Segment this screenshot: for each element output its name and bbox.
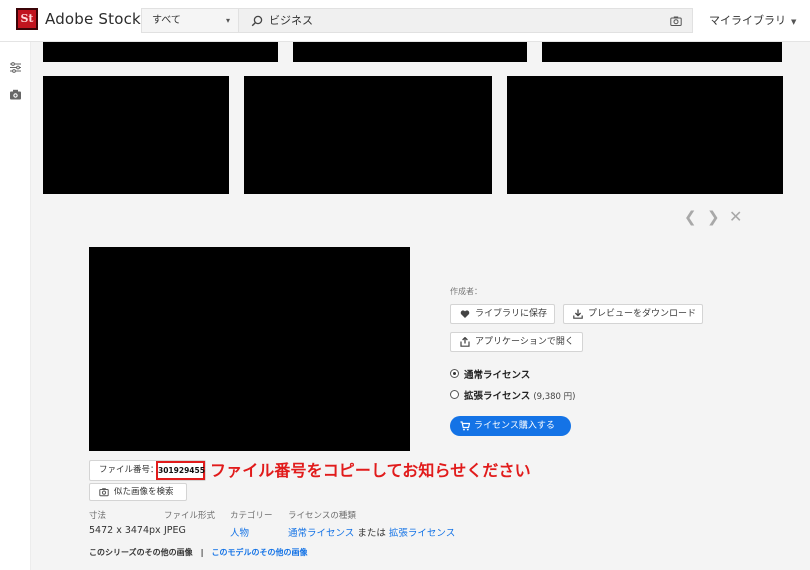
buy-license-label: ライセンス購入する bbox=[474, 421, 555, 431]
search-result-thumbnail[interactable] bbox=[43, 76, 229, 194]
category-value-wrap: 人物 bbox=[230, 525, 273, 539]
chevron-down-icon: ▼ bbox=[791, 18, 797, 26]
save-to-library-button[interactable]: ライブラリに保存 bbox=[450, 304, 555, 324]
search-result-thumbnail[interactable] bbox=[507, 76, 783, 194]
file-number-value[interactable]: 301929455 bbox=[156, 461, 205, 480]
adobe-stock-logo[interactable]: St bbox=[16, 8, 38, 30]
preview-image bbox=[89, 247, 410, 451]
search-query: ビジネス bbox=[269, 14, 313, 27]
license-type-label: ライセンスの種類 bbox=[288, 511, 356, 521]
chevron-right-icon[interactable]: ❯ bbox=[707, 208, 720, 226]
search-result-thumbnail[interactable] bbox=[542, 42, 782, 62]
open-in-app-label: アプリケーションで開く bbox=[475, 337, 574, 347]
size-label: 寸法 bbox=[89, 511, 107, 521]
annotation-text: ファイル番号をコピーしてお知らせください bbox=[210, 461, 531, 480]
radio-selected[interactable] bbox=[450, 369, 459, 378]
meta-format: ファイル形式 JPEG bbox=[164, 509, 215, 536]
standard-license-radio[interactable]: 通常ライセンス bbox=[450, 367, 530, 381]
link-separator: | bbox=[200, 548, 204, 557]
extended-license-link[interactable]: 拡張ライセンス bbox=[389, 528, 455, 539]
license-type-value: 通常ライセンス または 拡張ライセンス bbox=[288, 525, 455, 539]
extended-license-radio[interactable]: 拡張ライセンス (9,380 円) bbox=[450, 388, 575, 402]
download-preview-label: プレビューをダウンロード bbox=[588, 309, 697, 319]
standard-license-link[interactable]: 通常ライセンス bbox=[288, 528, 354, 539]
format-label: ファイル形式 bbox=[164, 511, 216, 521]
download-preview-button[interactable]: プレビューをダウンロード bbox=[563, 304, 703, 324]
meta-size: 寸法 5472 x 3474px bbox=[89, 509, 161, 536]
my-library-menu[interactable]: マイライブラリ ▼ bbox=[709, 12, 796, 28]
search-result-thumbnail[interactable] bbox=[43, 42, 278, 62]
license-or-text: または bbox=[357, 528, 386, 539]
extended-license-label: 拡張ライセンス bbox=[464, 391, 531, 402]
chevron-down-icon: ▾ bbox=[225, 16, 230, 25]
search-result-thumbnail[interactable] bbox=[244, 76, 492, 194]
chevron-left-icon[interactable]: ❮ bbox=[684, 208, 697, 226]
content-type-select[interactable]: すべて ▾ bbox=[141, 8, 238, 33]
buy-license-button[interactable]: ライセンス購入する bbox=[450, 416, 571, 436]
main-content: ❮ ❯ ✕ 作成者： ライブラリに保存 プレビューをダウンロード アプリケーショ… bbox=[31, 42, 810, 570]
heart-icon bbox=[460, 310, 470, 318]
related-links: このシリーズのその他の画像 | このモデルのその他の画像 bbox=[89, 547, 308, 558]
search-input[interactable]: ビジネス bbox=[238, 8, 693, 33]
content-type-value: すべて bbox=[152, 15, 181, 26]
my-library-label: マイライブラリ bbox=[709, 14, 786, 27]
search-icon bbox=[251, 15, 263, 27]
model-link[interactable]: このモデルのその他の画像 bbox=[212, 548, 308, 557]
camera-icon bbox=[99, 488, 109, 497]
extended-license-price: (9,380 円) bbox=[533, 392, 576, 402]
left-sidebar bbox=[0, 42, 31, 570]
size-value: 5472 x 3474px bbox=[89, 525, 161, 536]
cart-icon bbox=[460, 421, 470, 431]
camera-icon[interactable] bbox=[670, 15, 682, 27]
open-in-app-button[interactable]: アプリケーションで開く bbox=[450, 332, 583, 352]
top-header: St Adobe Stock すべて ▾ ビジネス マイライブラリ ▼ bbox=[0, 0, 810, 42]
camera-icon[interactable] bbox=[9, 88, 22, 101]
download-icon bbox=[573, 309, 583, 319]
category-link[interactable]: 人物 bbox=[230, 528, 249, 539]
search-result-thumbnail[interactable] bbox=[293, 42, 527, 62]
share-icon bbox=[460, 337, 470, 347]
series-link[interactable]: このシリーズのその他の画像 bbox=[89, 548, 193, 557]
find-similar-button[interactable]: 似た画像を検索 bbox=[89, 483, 187, 501]
author-label: 作成者： bbox=[450, 287, 482, 296]
filter-icon[interactable] bbox=[9, 61, 22, 74]
radio-unselected[interactable] bbox=[450, 390, 459, 399]
meta-license-type: ライセンスの種類 通常ライセンス または 拡張ライセンス bbox=[288, 509, 455, 539]
file-number-label: ファイル番号： bbox=[99, 465, 159, 475]
save-to-library-label: ライブラリに保存 bbox=[475, 309, 548, 319]
standard-license-label: 通常ライセンス bbox=[464, 370, 531, 381]
close-icon[interactable]: ✕ bbox=[729, 207, 742, 226]
find-similar-label: 似た画像を検索 bbox=[114, 487, 174, 497]
format-value: JPEG bbox=[164, 525, 186, 536]
brand-name[interactable]: Adobe Stock bbox=[45, 10, 141, 28]
meta-category: カテゴリー 人物 bbox=[230, 509, 273, 539]
category-label: カテゴリー bbox=[230, 511, 273, 521]
